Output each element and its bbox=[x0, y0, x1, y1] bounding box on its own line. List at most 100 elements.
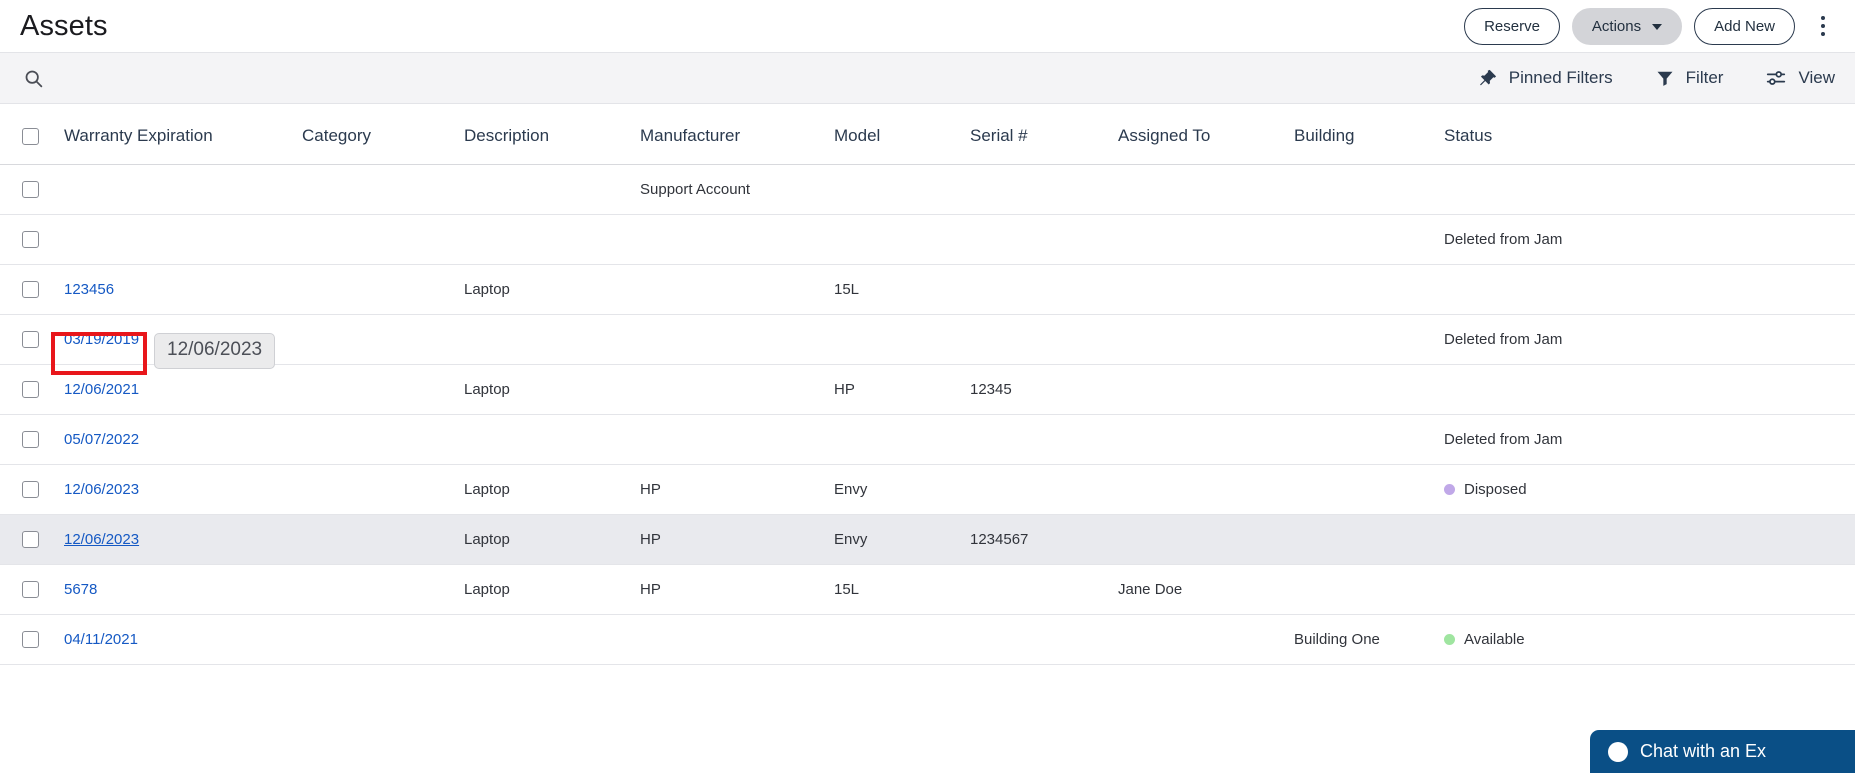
chat-widget[interactable]: Chat with an Ex bbox=[1590, 730, 1855, 773]
table-row[interactable]: Deleted from Jam bbox=[0, 214, 1855, 265]
cell-warranty-expiration bbox=[64, 214, 302, 265]
view-label: View bbox=[1798, 68, 1835, 87]
cell-status bbox=[1444, 564, 1855, 615]
warranty-expiration-link[interactable]: 03/19/2019 bbox=[64, 331, 139, 348]
cell-assigned-to bbox=[1118, 314, 1294, 365]
assets-page: Assets Reserve Actions Add New Pinned Fi… bbox=[0, 0, 1855, 773]
row-checkbox[interactable] bbox=[22, 431, 39, 449]
warranty-expiration-link[interactable]: 12/06/2021 bbox=[64, 381, 139, 398]
cell-description-text: Laptop bbox=[464, 381, 510, 398]
cell-description-text: Laptop bbox=[464, 531, 510, 548]
cell-building bbox=[1294, 214, 1444, 265]
funnel-icon bbox=[1655, 68, 1675, 88]
page-title: Assets bbox=[20, 9, 108, 42]
cell-model: HP bbox=[834, 364, 970, 415]
column-header-model[interactable]: Model bbox=[834, 104, 970, 165]
cell-manufacturer bbox=[640, 364, 834, 415]
warranty-expiration-link[interactable]: 12/06/2023 bbox=[64, 531, 139, 548]
cell-model bbox=[834, 614, 970, 665]
cell-description: Laptop bbox=[464, 514, 640, 565]
table-row[interactable]: 12/06/2023 Laptop HP Envy 1234567 bbox=[0, 514, 1855, 565]
view-button[interactable]: View bbox=[1765, 67, 1835, 89]
add-new-button[interactable]: Add New bbox=[1694, 7, 1795, 45]
pinned-filters-button[interactable]: Pinned Filters bbox=[1477, 68, 1613, 89]
reserve-button[interactable]: Reserve bbox=[1464, 7, 1560, 45]
cell-manufacturer bbox=[640, 214, 834, 265]
table-row[interactable]: 12/06/2021 Laptop HP 12345 bbox=[0, 364, 1855, 415]
row-checkbox[interactable] bbox=[22, 531, 39, 549]
cell-manufacturer-text: HP bbox=[640, 581, 661, 598]
row-checkbox-cell bbox=[0, 514, 64, 565]
row-checkbox[interactable] bbox=[22, 381, 39, 399]
actions-button[interactable]: Actions bbox=[1571, 7, 1683, 45]
table-row[interactable]: 03/19/2019 Deleted from Jam bbox=[0, 314, 1855, 365]
header-actions: Reserve Actions Add New bbox=[1464, 7, 1837, 45]
status-badge: Disposed bbox=[1444, 481, 1527, 498]
cell-model-text: 15L bbox=[834, 281, 860, 298]
cell-status-text: Deleted from Jam bbox=[1444, 431, 1563, 448]
cell-model: Envy bbox=[834, 514, 970, 565]
cell-model: 15L bbox=[834, 264, 970, 315]
cell-status-text: Deleted from Jam bbox=[1444, 231, 1563, 248]
table-row[interactable]: 05/07/2022 Deleted from Jam bbox=[0, 414, 1855, 465]
table-body: Support Account Deleted from Jam 123456 Lap… bbox=[0, 164, 1855, 665]
row-checkbox[interactable] bbox=[22, 581, 39, 599]
warranty-expiration-link[interactable]: 04/11/2021 bbox=[64, 631, 138, 648]
row-checkbox[interactable] bbox=[22, 231, 39, 249]
warranty-expiration-link[interactable]: 123456 bbox=[64, 281, 114, 298]
column-header-manufacturer[interactable]: Manufacturer bbox=[640, 104, 834, 165]
column-header-serial[interactable]: Serial # bbox=[970, 104, 1118, 165]
cell-warranty-expiration: 12/06/2023 bbox=[64, 464, 302, 515]
column-header-building[interactable]: Building bbox=[1294, 104, 1444, 165]
cell-serial bbox=[970, 314, 1118, 365]
cell-assigned-to: Jane Doe bbox=[1118, 564, 1294, 615]
cell-description bbox=[464, 614, 640, 665]
warranty-expiration-link[interactable]: 12/06/2023 bbox=[64, 481, 139, 498]
cell-description bbox=[464, 164, 640, 215]
warranty-expiration-link[interactable]: 05/07/2022 bbox=[64, 431, 139, 448]
cell-manufacturer-text: HP bbox=[640, 481, 661, 498]
cell-description bbox=[464, 214, 640, 265]
column-header-warranty-expiration[interactable]: Warranty Expiration bbox=[64, 104, 302, 165]
cell-building bbox=[1294, 164, 1444, 215]
cell-category bbox=[302, 264, 464, 315]
cell-serial bbox=[970, 564, 1118, 615]
kebab-menu-icon[interactable] bbox=[1809, 9, 1837, 43]
table-row[interactable]: Support Account bbox=[0, 164, 1855, 215]
cell-category bbox=[302, 164, 464, 215]
row-checkbox-cell bbox=[0, 364, 64, 415]
row-checkbox[interactable] bbox=[22, 481, 39, 499]
cell-assigned-to bbox=[1118, 614, 1294, 665]
table-row[interactable]: 5678 Laptop HP 15L Jane Doe bbox=[0, 564, 1855, 615]
cell-model bbox=[834, 164, 970, 215]
cell-manufacturer bbox=[640, 414, 834, 465]
cell-assigned-to bbox=[1118, 164, 1294, 215]
cell-category bbox=[302, 414, 464, 465]
cell-assigned-to bbox=[1118, 264, 1294, 315]
warranty-expiration-link[interactable]: 5678 bbox=[64, 581, 97, 598]
table-row[interactable]: 04/11/2021 Building One Available bbox=[0, 614, 1855, 665]
pinned-filters-label: Pinned Filters bbox=[1508, 68, 1613, 87]
column-header-assigned-to[interactable]: Assigned To bbox=[1118, 104, 1294, 165]
cell-model bbox=[834, 214, 970, 265]
cell-description-text: Laptop bbox=[464, 281, 510, 298]
filter-button[interactable]: Filter bbox=[1655, 68, 1724, 88]
cell-building bbox=[1294, 364, 1444, 415]
filter-label: Filter bbox=[1685, 68, 1724, 87]
row-checkbox[interactable] bbox=[22, 281, 39, 299]
column-header-category[interactable]: Category bbox=[302, 104, 464, 165]
cell-serial: 1234567 bbox=[970, 514, 1118, 565]
search-icon[interactable] bbox=[16, 61, 50, 95]
column-header-description[interactable]: Description bbox=[464, 104, 640, 165]
row-checkbox[interactable] bbox=[22, 631, 39, 649]
table-row[interactable]: 12/06/2023 Laptop HP Envy Disposed bbox=[0, 464, 1855, 515]
cell-category bbox=[302, 564, 464, 615]
row-checkbox[interactable] bbox=[22, 331, 39, 349]
table-row[interactable]: 123456 Laptop 15L bbox=[0, 264, 1855, 315]
cell-model bbox=[834, 414, 970, 465]
status-label: Available bbox=[1464, 630, 1525, 648]
actions-button-label: Actions bbox=[1591, 17, 1642, 35]
select-all-checkbox[interactable] bbox=[22, 128, 39, 146]
row-checkbox[interactable] bbox=[22, 181, 39, 199]
column-header-status[interactable]: Status bbox=[1444, 104, 1855, 165]
